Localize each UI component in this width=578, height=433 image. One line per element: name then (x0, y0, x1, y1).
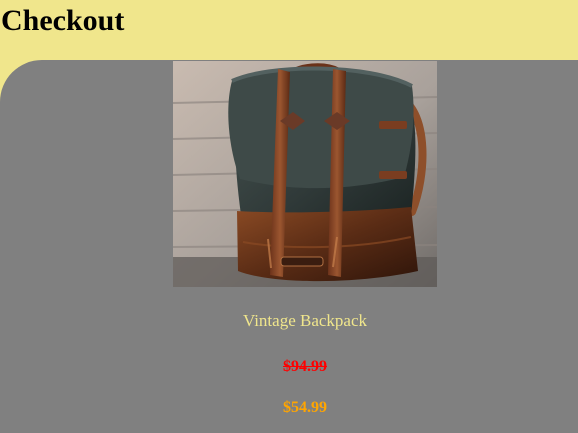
product-panel: Vintage Backpack $94.99 $54.99 (0, 60, 578, 433)
product-name: Vintage Backpack (242, 311, 368, 330)
page-title: Checkout (1, 4, 125, 37)
original-price: $94.99 (283, 358, 327, 375)
product-image (173, 61, 437, 287)
page-header: Checkout (0, 0, 578, 60)
sale-price: $54.99 (283, 399, 327, 416)
